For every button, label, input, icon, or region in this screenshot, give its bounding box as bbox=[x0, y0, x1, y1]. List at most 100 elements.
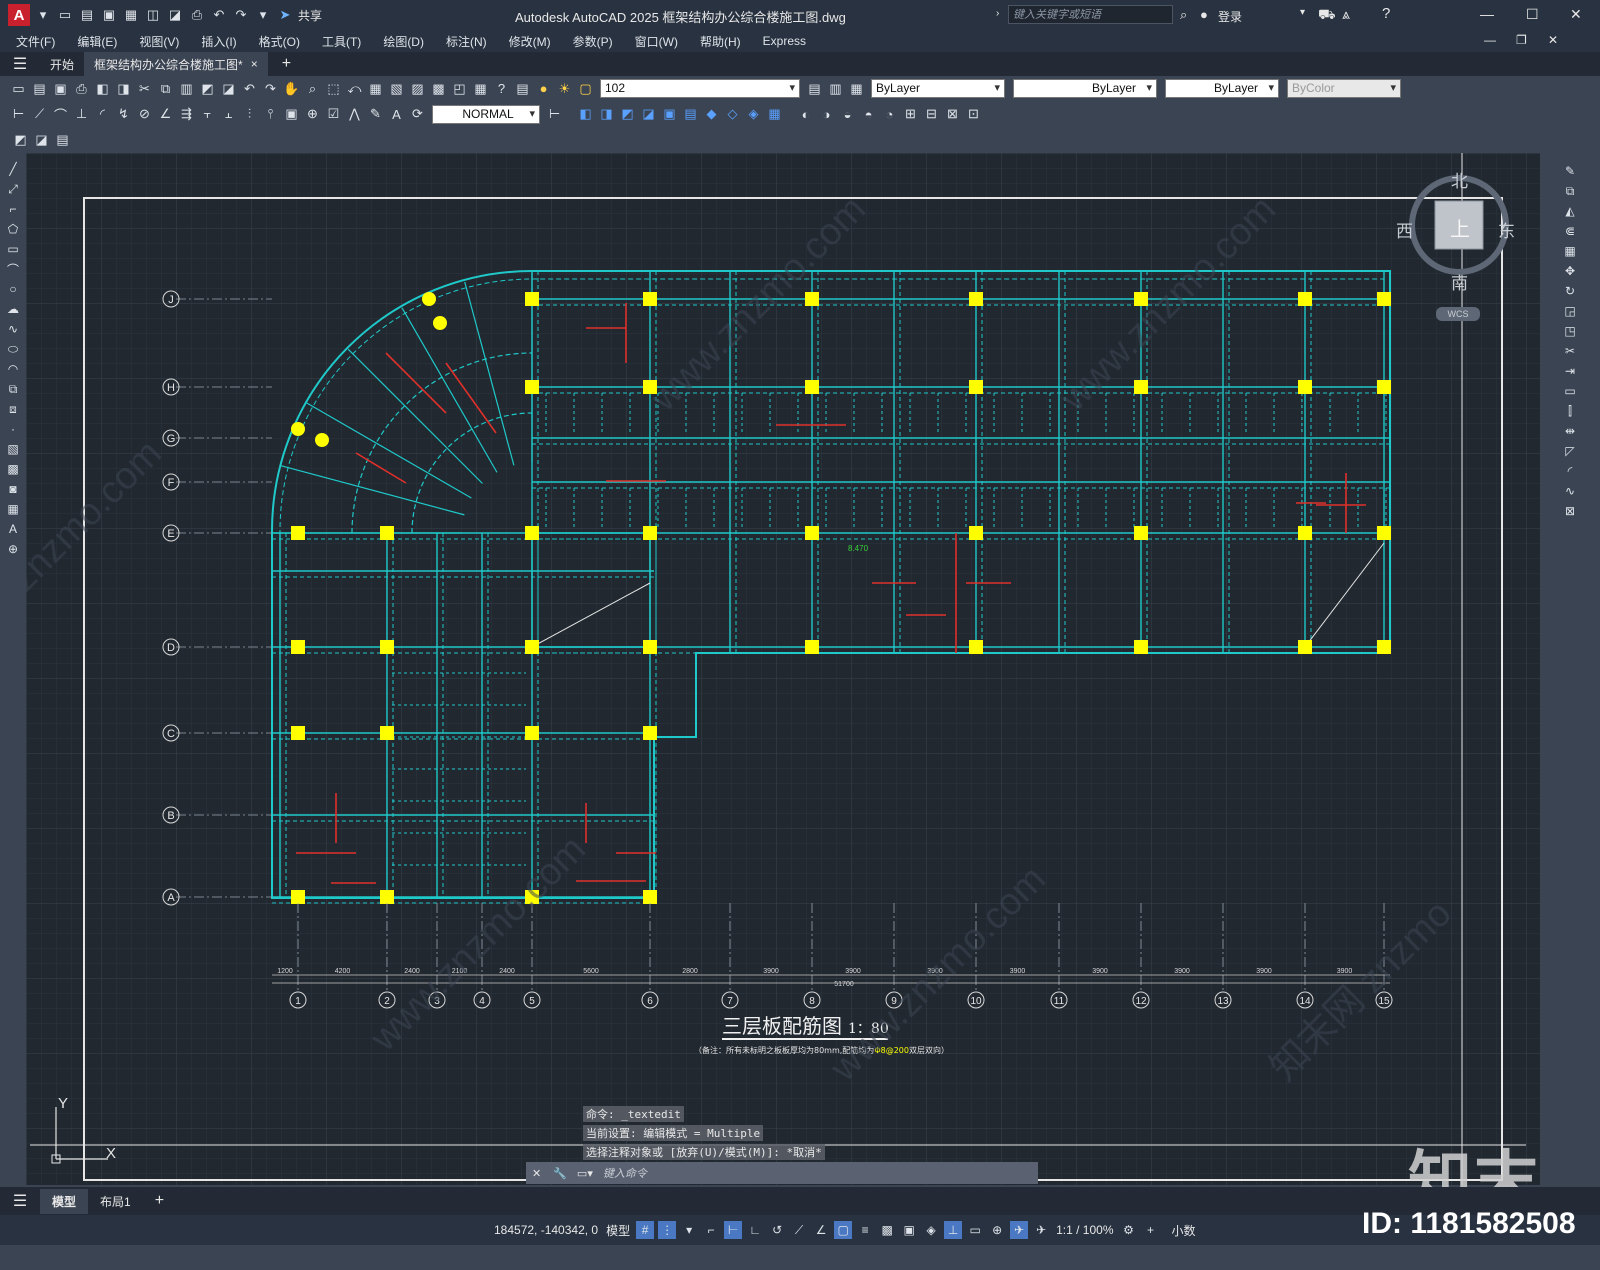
units-readout[interactable]: 小数 bbox=[1171, 1222, 1195, 1239]
save-as-icon[interactable]: ▦ bbox=[122, 7, 140, 23]
copy-icon[interactable]: ⧉ bbox=[157, 80, 174, 97]
aligned-dim-icon[interactable]: ⟋ bbox=[31, 106, 48, 123]
selection-cycling-icon[interactable]: ▣ bbox=[900, 1221, 918, 1239]
offset-icon[interactable]: ⋐ bbox=[1561, 222, 1579, 240]
layer-states-icon[interactable]: ▦ bbox=[848, 80, 865, 97]
save-icon[interactable]: ▣ bbox=[52, 80, 69, 97]
make-current-layer-icon[interactable]: ▤ bbox=[806, 80, 823, 97]
visual-style-icon[interactable]: ◐ bbox=[797, 106, 814, 123]
viewcube-south[interactable]: 南 bbox=[1451, 269, 1468, 294]
login-dropdown-icon[interactable]: ▾ bbox=[1300, 7, 1305, 18]
move-icon[interactable]: ✥ bbox=[1561, 262, 1579, 280]
layer-dropdown[interactable]: 102 bbox=[600, 79, 800, 98]
undo-icon[interactable]: ↶ bbox=[210, 7, 228, 23]
plot-settings-icon[interactable]: ◪ bbox=[33, 132, 50, 149]
plot-preview-icon[interactable]: ◧ bbox=[94, 80, 111, 97]
gradient-icon[interactable]: ▩ bbox=[4, 460, 22, 478]
dim-edit-icon[interactable]: ✎ bbox=[367, 106, 384, 123]
cut-icon[interactable]: ✂ bbox=[136, 80, 153, 97]
menu-express[interactable]: Express bbox=[752, 34, 817, 48]
plot-icon[interactable]: ⎙ bbox=[188, 7, 206, 23]
viewcube-top-face[interactable]: 上 bbox=[1450, 213, 1470, 242]
undo-icon[interactable]: ↶ bbox=[241, 80, 258, 97]
erase-icon[interactable]: ✎ bbox=[1561, 162, 1579, 180]
command-recent-icon[interactable]: ▭▾ bbox=[577, 1167, 593, 1180]
drawing-canvas[interactable]: J H G F E D C B A 1 2 3 4 5 6 7 8 9 10 11 12 13 14 15 1200 4200 24… bbox=[3, 153, 1540, 1185]
3d-osnap-icon[interactable]: ◈ bbox=[922, 1221, 940, 1239]
lineweight-icon[interactable]: ≡ bbox=[856, 1221, 874, 1239]
rectangle-icon[interactable]: ▭ bbox=[4, 240, 22, 258]
linetype-dropdown[interactable]: ByLayer bbox=[1013, 79, 1157, 98]
hidden-icon[interactable]: ◒ bbox=[839, 106, 856, 123]
construction-line-icon[interactable]: ⤢ bbox=[4, 180, 22, 198]
point-icon[interactable]: · bbox=[4, 420, 22, 438]
linear-dim-icon[interactable]: ⊢ bbox=[10, 106, 27, 123]
chamfer-icon[interactable]: ◸ bbox=[1561, 442, 1579, 460]
zoom-previous-icon[interactable]: ⤺ bbox=[346, 80, 363, 97]
dimstyle-icon[interactable]: ⊢ bbox=[546, 106, 563, 123]
doc-close-icon[interactable]: ✕ bbox=[1548, 33, 1558, 47]
selection-filter-icon[interactable]: ▭ bbox=[966, 1221, 984, 1239]
dim-update-icon[interactable]: ⟳ bbox=[409, 106, 426, 123]
search-icon[interactable]: ⌕ bbox=[1180, 7, 1187, 23]
layer-previous-icon[interactable]: ▥ bbox=[827, 80, 844, 97]
autodesk-a360-icon[interactable]: ⩓ bbox=[1342, 6, 1350, 23]
dynamic-input-icon[interactable]: ⊢ bbox=[724, 1221, 743, 1239]
inspection-icon[interactable]: ☑ bbox=[325, 106, 342, 123]
object-snap-icon[interactable]: ▢ bbox=[834, 1221, 853, 1239]
new-file-icon[interactable]: ▭ bbox=[56, 7, 74, 23]
layer-manager-icon[interactable]: ▤ bbox=[514, 80, 531, 97]
open-file-icon[interactable]: ▤ bbox=[78, 7, 96, 23]
make-block-icon[interactable]: ⧈ bbox=[4, 400, 22, 418]
continue-dim-icon[interactable]: ⫠ bbox=[220, 106, 237, 123]
login-button[interactable]: 登录 bbox=[1218, 8, 1242, 25]
infer-constraints-icon[interactable]: ⌐ bbox=[702, 1221, 720, 1239]
polygon-icon[interactable]: ⬠ bbox=[4, 220, 22, 238]
tab-close-icon[interactable]: × bbox=[251, 57, 258, 71]
scale-icon[interactable]: ◲ bbox=[1561, 302, 1579, 320]
zoom-realtime-icon[interactable]: ⌕ bbox=[304, 80, 321, 97]
open-icon[interactable]: ▤ bbox=[31, 80, 48, 97]
mtext-icon[interactable]: A bbox=[4, 520, 22, 538]
color-dropdown[interactable]: ByLayer bbox=[871, 79, 1005, 98]
coordinates-readout[interactable]: 184572, -140342, 0 bbox=[494, 1223, 598, 1237]
cart-icon[interactable]: ⛟ bbox=[1318, 6, 1336, 25]
view-se-iso-icon[interactable]: ◇ bbox=[724, 106, 741, 123]
view-right-icon[interactable]: ◪ bbox=[640, 106, 657, 123]
arc-icon[interactable]: ⌒ bbox=[4, 260, 22, 278]
dim-text-edit-icon[interactable]: A bbox=[388, 106, 405, 123]
block-editor-icon[interactable]: ◪ bbox=[220, 80, 237, 97]
menu-parametric[interactable]: 参数(P) bbox=[562, 33, 624, 50]
polar-tracking-icon[interactable]: ↺ bbox=[768, 1221, 786, 1239]
line-icon[interactable]: ╱ bbox=[4, 160, 22, 178]
user-icon[interactable]: ● bbox=[1200, 7, 1208, 22]
isodraft-icon[interactable]: ⟋ bbox=[790, 1221, 808, 1239]
tab-model[interactable]: 模型 bbox=[40, 1188, 89, 1214]
radius-dim-icon[interactable]: ◜ bbox=[94, 106, 111, 123]
minimize-icon[interactable]: — bbox=[1480, 6, 1494, 22]
sheet-set-icon[interactable]: ▩ bbox=[430, 80, 447, 97]
baseline-dim-icon[interactable]: ⫟ bbox=[199, 106, 216, 123]
extend-icon[interactable]: ⇥ bbox=[1561, 362, 1579, 380]
transparency-icon[interactable]: ▩ bbox=[878, 1221, 896, 1239]
center-mark-icon[interactable]: ⊕ bbox=[304, 106, 321, 123]
realistic-icon[interactable]: ◓ bbox=[860, 106, 877, 123]
tolerance-icon[interactable]: ▣ bbox=[283, 106, 300, 123]
menu-edit[interactable]: 编辑(E) bbox=[66, 33, 128, 50]
ellipse-arc-icon[interactable]: ◠ bbox=[4, 360, 22, 378]
properties-icon[interactable]: ▦ bbox=[367, 80, 384, 97]
jogged-dim-icon[interactable]: ↯ bbox=[115, 106, 132, 123]
help-icon[interactable]: ? bbox=[1382, 5, 1390, 22]
menu-modify[interactable]: 修改(M) bbox=[498, 33, 562, 50]
view-sw-iso-icon[interactable]: ◆ bbox=[703, 106, 720, 123]
rotate-icon[interactable]: ↻ bbox=[1561, 282, 1579, 300]
snap-dropdown-icon[interactable]: ▾ bbox=[680, 1221, 698, 1239]
zoom-window-icon[interactable]: ⬚ bbox=[325, 80, 342, 97]
new-icon[interactable]: ▭ bbox=[10, 80, 27, 97]
jogged-linear-icon[interactable]: ⋀ bbox=[346, 106, 363, 123]
view-back-icon[interactable]: ▤ bbox=[682, 106, 699, 123]
web-open-icon[interactable]: ◫ bbox=[144, 7, 162, 23]
wireframe-icon[interactable]: ◑ bbox=[818, 106, 835, 123]
dimstyle-dropdown[interactable]: NORMAL bbox=[432, 104, 540, 124]
annotation-visibility-icon[interactable]: ✈ bbox=[1010, 1221, 1029, 1239]
